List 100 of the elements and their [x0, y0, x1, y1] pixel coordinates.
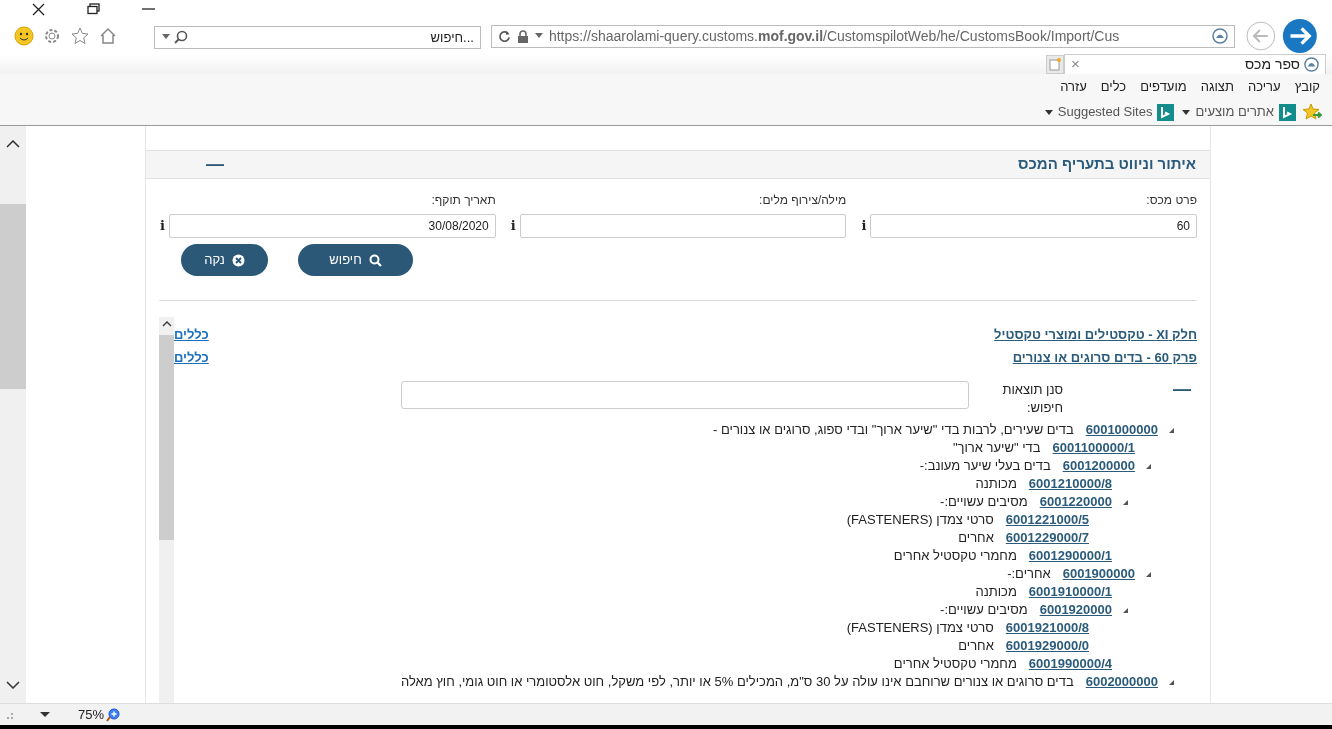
scroll-up-icon[interactable] [6, 140, 20, 148]
expand-arrow-icon[interactable] [1167, 427, 1174, 433]
minimize-icon[interactable] [142, 7, 155, 11]
item-description: בדים שעירים, לרבות בדי "שיער ארוך" ובדי ספוג, סרוגים או צנורים - [713, 421, 1074, 440]
rules-link[interactable]: כללים [174, 347, 209, 367]
star-icon[interactable] [70, 26, 90, 46]
field-label: תאריך תוקף: [430, 192, 496, 209]
item-description: מסיבים עשויים:- [940, 601, 1028, 620]
info-icon[interactable]: i [860, 216, 867, 236]
scroll-down-icon[interactable] [6, 681, 20, 689]
zoom-icon[interactable] [106, 707, 121, 722]
item-description: מכותנה [975, 583, 1017, 602]
item-description: אחרים [958, 637, 994, 656]
address-bar[interactable]: https://shaarolami-query.customs.mof.gov.il/CustomspilotWeb/he/CustomsBook/Import/Cus [490, 24, 1235, 48]
clear-icon [231, 253, 245, 267]
expand-arrow-icon[interactable] [1144, 463, 1151, 469]
dropdown-caret-icon[interactable] [40, 711, 50, 718]
item-description: בדים סרוגים או צנורים שרוחבם אינו עולה על 30 ס"מ, המכילים 5% או יותר, לפי משקל, חוט אלסטומרי או חוט גומי, חוץ מאלה [400, 673, 1074, 692]
info-icon[interactable]: i [159, 216, 165, 236]
site-icon [1211, 28, 1228, 44]
item-description: סרטי צמדן (FASTENERS) [846, 619, 994, 638]
tariff-code-link[interactable]: 6001990000/4 [1028, 654, 1112, 674]
scrollbar-thumb[interactable] [159, 335, 174, 540]
page-scrollbar[interactable] [0, 126, 26, 703]
input-field[interactable]: 30/08/2020 [169, 214, 496, 238]
lock-icon [516, 29, 529, 43]
bing-logo-icon [1157, 103, 1175, 121]
tariff-code-link[interactable]: 6001921000/8 [1005, 618, 1089, 638]
favorites-link[interactable]: Suggested Sites [1044, 102, 1175, 122]
home-icon[interactable] [98, 26, 118, 46]
search-icon [368, 253, 382, 267]
filter-field[interactable] [401, 381, 969, 409]
smiley-icon[interactable] [14, 26, 34, 46]
menu-item[interactable]: קובץ [1294, 76, 1320, 97]
search-field[interactable]: ...חיפוש [153, 25, 481, 49]
chapter-link[interactable]: פרק 60 - בדים סרוגים או צנורים [1012, 347, 1197, 367]
item-description: מכותנה [975, 475, 1017, 494]
tariff-code-link[interactable]: 6001221000/5 [1005, 510, 1089, 530]
tariff-code-link[interactable]: 6001210000/8 [1028, 474, 1112, 494]
tab-title: ספר מכס [1244, 55, 1300, 74]
tariff-code-link[interactable]: 6001929000/0 [1005, 636, 1089, 656]
chapter-link[interactable]: חלק XI - טקסטילים ומוצרי טקסטיל [994, 325, 1197, 345]
expand-arrow-icon[interactable] [1167, 679, 1174, 685]
tariff-code-link[interactable]: 6001000000 [1085, 420, 1158, 440]
restore-icon[interactable] [87, 3, 100, 15]
forward-button-icon[interactable] [1282, 18, 1318, 54]
dropdown-caret-icon[interactable] [161, 33, 170, 40]
menu-item[interactable]: תצוגה [1200, 76, 1234, 97]
tariff-code-link[interactable]: 6001900000 [1062, 564, 1135, 584]
field-label: מילה/צירוף מלים: [758, 192, 847, 209]
tariff-code-link[interactable]: 6001100000/1 [1052, 438, 1135, 458]
favorites-link[interactable]: אתרים מוצעים [1182, 102, 1296, 122]
tariff-code-link[interactable]: 6002000000 [1085, 672, 1158, 692]
collapse-button[interactable]: — [1163, 381, 1191, 397]
item-description: בדים בעלי שיער מעונב:- [919, 457, 1051, 476]
browser-tab[interactable]: × ספר מכס [1064, 54, 1326, 74]
item-description: אחרים [958, 529, 994, 548]
collapse-button[interactable]: — [206, 151, 224, 178]
field-label: פרט מכס: [1145, 192, 1197, 209]
item-description: מחמרי טקסטיל אחרים [893, 655, 1017, 674]
menu-item[interactable]: עזרה [1060, 76, 1087, 97]
favorites-star-icon[interactable] [1302, 103, 1322, 121]
clear-button[interactable]: נקה [181, 244, 268, 276]
scroll-up-icon[interactable] [161, 321, 172, 327]
tariff-code-link[interactable]: 6001910000/1 [1028, 582, 1112, 602]
search-button[interactable]: חיפוש [298, 244, 413, 276]
scrollbar-thumb[interactable] [0, 204, 26, 389]
dropdown-caret-icon[interactable] [1044, 109, 1053, 115]
info-icon[interactable]: i [509, 216, 516, 236]
item-description: אחרים:- [1007, 565, 1051, 584]
dropdown-caret-icon[interactable] [534, 33, 543, 39]
new-tab-icon [1049, 58, 1061, 71]
search-icon [173, 29, 188, 44]
input-field[interactable] [519, 214, 847, 238]
expand-arrow-icon[interactable] [1121, 499, 1128, 505]
item-description: מחמרי טקסטיל אחרים [893, 547, 1017, 566]
menu-item[interactable]: מועדפים [1140, 76, 1187, 97]
settings-icon[interactable] [42, 26, 62, 46]
item-description: בדי "שיער ארוך" [952, 439, 1041, 458]
tariff-code-link[interactable]: 6001290000/1 [1028, 546, 1112, 566]
dropdown-caret-icon[interactable] [1182, 109, 1191, 115]
refresh-icon[interactable] [497, 29, 511, 43]
tariff-code-link[interactable]: 6001229000/7 [1005, 528, 1089, 548]
bing-logo-icon [1279, 103, 1296, 121]
zoom-level[interactable]: 75% [78, 704, 105, 725]
tariff-code-link[interactable]: 6001220000 [1039, 492, 1112, 512]
filter-label: סנן תוצאות חיפוש: [1001, 381, 1063, 417]
tariff-code-link[interactable]: 6001200000 [1062, 456, 1135, 476]
menu-item[interactable]: עריכה [1247, 76, 1281, 97]
site-icon [1304, 57, 1319, 72]
tab-close-button[interactable]: × [1071, 53, 1080, 76]
rules-link[interactable]: כללים [174, 325, 209, 345]
close-icon[interactable] [32, 2, 45, 16]
input-field[interactable]: 60 [870, 214, 1197, 238]
expand-arrow-icon[interactable] [1121, 607, 1128, 613]
menu-item[interactable]: כלים [1100, 76, 1127, 97]
url-text[interactable]: https://shaarolami-query.customs.mof.gov.il/CustomspilotWeb/he/CustomsBook/Import/Cus [548, 25, 1206, 47]
tariff-code-link[interactable]: 6001920000 [1039, 600, 1112, 620]
panel-title: איתור וניווט בתעריף המכס [1018, 154, 1196, 175]
expand-arrow-icon[interactable] [1144, 571, 1151, 577]
